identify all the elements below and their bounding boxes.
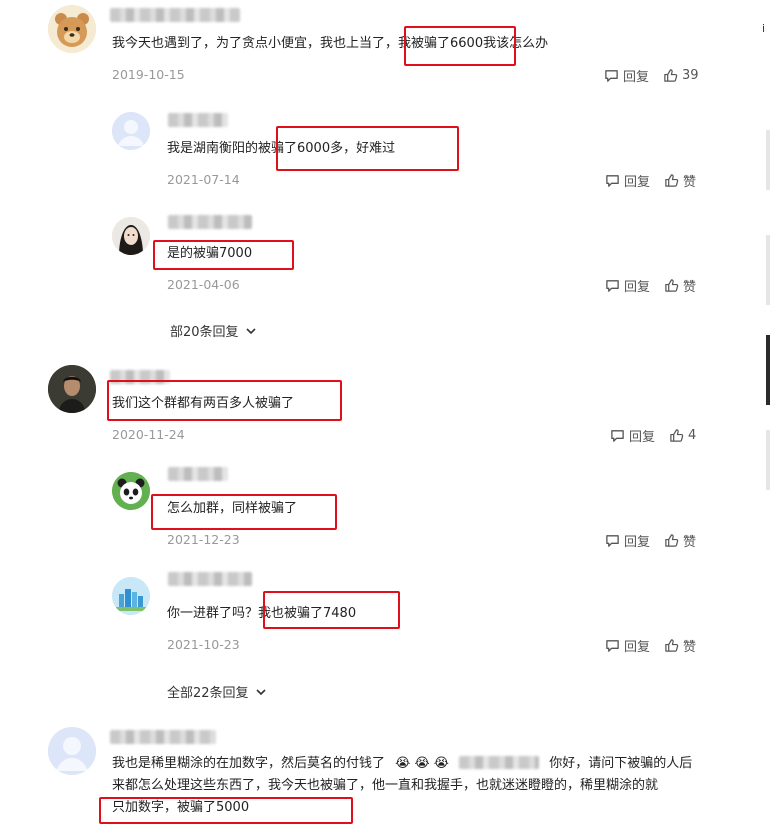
thumbs-up-icon (665, 279, 679, 292)
like-count: 39 (682, 68, 699, 83)
reply-label: 回复 (629, 430, 656, 445)
avatar[interactable] (112, 217, 150, 255)
like-label: 赞 (683, 535, 697, 550)
bear-icon (48, 5, 96, 53)
username-redacted (110, 8, 240, 22)
comment-actions: 回复 赞 (605, 171, 696, 190)
username-redacted (168, 572, 252, 586)
like-count: 4 (688, 428, 697, 443)
comment-actions: 回复 赞 (605, 531, 696, 550)
city-icon (112, 577, 150, 615)
like-button[interactable]: 39 (663, 68, 699, 83)
reply-icon (605, 70, 618, 82)
view-all-replies-label: 部20条回复 (170, 325, 239, 340)
thumbs-up-icon (664, 69, 678, 82)
like-button[interactable]: 4 (669, 428, 696, 443)
reply-button[interactable]: 回复 (605, 531, 650, 550)
reply-label: 回复 (624, 640, 651, 655)
avatar[interactable] (112, 112, 150, 150)
comment-text-line2: 来都怎么处理这些东西了，我今天也被骗了，他一直和我握手，也就迷迷瞪瞪的，稀里糊涂… (112, 778, 659, 793)
thumbs-up-icon (665, 639, 679, 652)
comment-date: 2021-04-06 (167, 277, 240, 292)
reply-icon (606, 535, 619, 547)
comment-text-line1: 我也是稀里糊涂的在加数字，然后莫名的付钱了 😭 😭 😭 你好，请问下被骗的人后 (112, 753, 692, 775)
like-button[interactable]: 赞 (664, 276, 696, 295)
like-button[interactable]: 赞 (664, 171, 696, 190)
reply-button[interactable]: 回复 (604, 66, 649, 85)
reply-label: 回复 (623, 70, 650, 85)
reply-button[interactable]: 回复 (605, 276, 650, 295)
sidebar-edge-strip (766, 235, 770, 305)
avatar[interactable] (48, 727, 96, 775)
comment-date: 2021-07-14 (167, 172, 240, 187)
avatar[interactable] (112, 577, 150, 615)
reply-label: 回复 (624, 280, 651, 295)
chevron-down-icon (245, 327, 256, 334)
reply-icon (606, 175, 619, 187)
view-all-replies-button[interactable]: 部20条回复 (170, 321, 257, 340)
sidebar-edge-strip (766, 335, 770, 405)
comment-actions: 回复 赞 (605, 276, 696, 295)
username-redacted (110, 730, 216, 744)
like-button[interactable]: 赞 (664, 531, 696, 550)
comment-text-part: 我也是稀里糊涂的在加数字，然后莫名的付钱了 (112, 756, 386, 771)
comment-date: 2021-12-23 (167, 532, 240, 547)
reply-button[interactable]: 回复 (605, 636, 650, 655)
reply-button[interactable]: 回复 (605, 171, 650, 190)
reply-icon (606, 640, 619, 652)
comment-date: 2021-10-23 (167, 637, 240, 652)
comment-text-part: 你好，请问下被骗的人后 (549, 756, 693, 771)
comment-date: 2019-10-15 (112, 67, 185, 82)
thumbs-up-icon (670, 429, 684, 442)
username-redacted (168, 467, 228, 481)
comment-actions: 回复 4 (610, 426, 696, 445)
comment-actions: 回复 39 (604, 66, 699, 85)
sidebar-edge-strip (766, 130, 770, 190)
reply-icon (611, 430, 624, 442)
highlight-box (404, 26, 516, 66)
highlight-box (153, 240, 294, 270)
reply-label: 回复 (624, 175, 651, 190)
sidebar-edge-strip (766, 430, 770, 490)
avatar[interactable] (48, 365, 96, 413)
sidebar-edge-glyph: i (762, 22, 766, 35)
highlight-box (99, 797, 353, 824)
avatar[interactable] (48, 5, 96, 53)
highlight-box (151, 494, 337, 530)
username-redacted (168, 215, 252, 229)
view-all-replies-button[interactable]: 全部22条回复 (167, 682, 267, 701)
highlight-box (263, 591, 400, 629)
man-photo-icon (48, 365, 96, 413)
view-all-replies-label: 全部22条回复 (167, 686, 249, 701)
chevron-down-icon (255, 688, 266, 695)
crying-emoji-icon: 😭 😭 😭 (395, 756, 449, 771)
comment-actions: 回复 赞 (605, 636, 696, 655)
highlight-box (276, 126, 459, 171)
like-button[interactable]: 赞 (664, 636, 696, 655)
panda-icon (112, 472, 150, 510)
like-label: 赞 (683, 175, 697, 190)
reply-label: 回复 (624, 535, 651, 550)
thumbs-up-icon (665, 174, 679, 187)
avatar[interactable] (112, 472, 150, 510)
reply-button[interactable]: 回复 (610, 426, 655, 445)
comment-date: 2020-11-24 (112, 427, 185, 442)
highlight-box (107, 380, 342, 421)
default-user-icon (112, 112, 150, 150)
reply-icon (606, 280, 619, 292)
like-label: 赞 (683, 280, 697, 295)
default-user-icon (48, 727, 96, 775)
mention-redacted (459, 756, 540, 769)
thumbs-up-icon (665, 534, 679, 547)
woman-photo-icon (112, 217, 150, 255)
like-label: 赞 (683, 640, 697, 655)
username-redacted (168, 113, 228, 127)
